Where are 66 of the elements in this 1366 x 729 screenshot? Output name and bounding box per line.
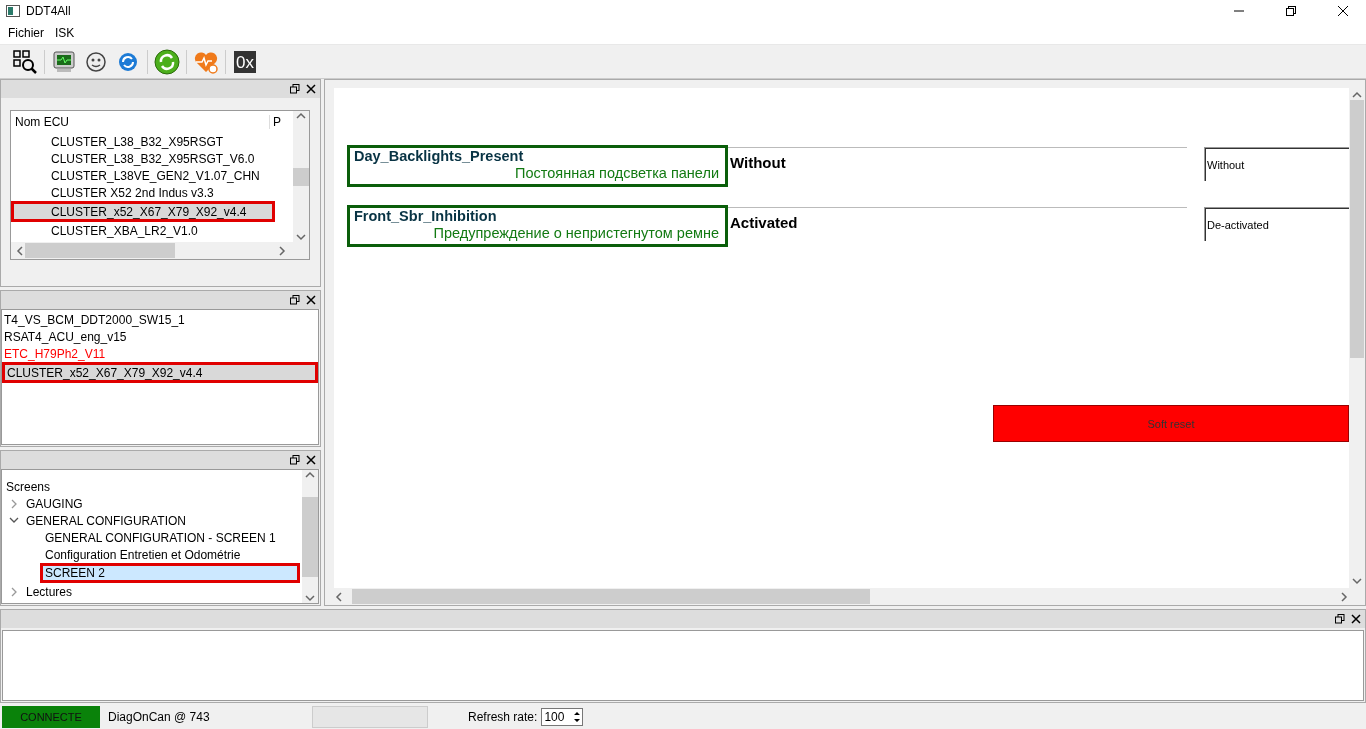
menu-item[interactable]: Fichier: [4, 26, 51, 40]
parameter-value: Activated: [728, 207, 1187, 265]
tree-item[interactable]: SCREEN 2: [40, 563, 300, 584]
ecu-list-item[interactable]: CLUSTER_XBA_LR2_V1.0: [11, 222, 275, 239]
scroll-left-icon[interactable]: [15, 245, 25, 256]
scrollbar-thumb[interactable]: [352, 589, 870, 604]
monitor-icon: [52, 49, 76, 74]
qr-search-icon: [13, 49, 37, 74]
tree-root[interactable]: Screens: [2, 478, 302, 496]
scrollbar-thumb[interactable]: [1350, 100, 1364, 358]
parameter-description: Предупреждение о непристегнутом ремне: [432, 225, 719, 242]
value-dropdown[interactable]: De-activated: [1204, 207, 1349, 241]
refresh-icon: [118, 51, 138, 72]
close-icon[interactable]: [306, 84, 316, 94]
heart-pulse-icon: [193, 49, 219, 74]
ecu-list-item[interactable]: CLUSTER_L38_B32_X95RSGT: [11, 133, 275, 150]
hex-button[interactable]: 0x: [234, 50, 256, 73]
refresh-icon: [154, 48, 180, 75]
loaded-ecu-item[interactable]: RSAT4_ACU_eng_v15: [2, 328, 318, 345]
close-icon[interactable]: [306, 455, 316, 466]
connection-status: CONNECTE: [2, 705, 100, 728]
spin-arrows-icon[interactable]: [572, 709, 583, 724]
loaded-ecu-item[interactable]: CLUSTER_x52_X67_X79_X92_v4.4: [2, 362, 318, 383]
tree-item[interactable]: GENERAL CONFIGURATION: [26, 513, 186, 528]
tree-item[interactable]: GENERAL CONFIGURATION - SCREEN 1: [2, 529, 302, 547]
ecu-list-item[interactable]: CLUSTER X52 2nd Indus v3.3: [11, 184, 275, 201]
scroll-down-icon[interactable]: [305, 593, 315, 603]
scroll-up-icon[interactable]: [1352, 90, 1362, 100]
parameter-name: Front_Sbr_Inhibition: [354, 208, 498, 225]
scroll-down-icon[interactable]: [296, 232, 306, 242]
ecu-list-item[interactable]: CLUSTER_x52_X67_X79_X92_v4.4: [11, 201, 275, 222]
tree-item[interactable]: GAUGING: [26, 496, 83, 511]
loaded-ecu-item[interactable]: T4_VS_BCM_DDT2000_SW15_1: [2, 311, 318, 328]
refresh-rate-label: Refresh rate:: [468, 709, 538, 724]
parameter-description: Постоянная подсветка панели: [514, 165, 719, 182]
refresh-rate-spinbox[interactable]: 100: [541, 707, 584, 726]
loaded-ecu-item[interactable]: ETC_H79Ph2_V11: [2, 345, 318, 362]
float-icon[interactable]: [1335, 614, 1345, 624]
scrollbar-thumb[interactable]: [302, 496, 318, 577]
scroll-right-icon[interactable]: [277, 245, 287, 256]
ecu-list-item[interactable]: CLUSTER_L38_B32_X95RSGT_V6.0: [11, 150, 275, 167]
close-icon[interactable]: [1338, 6, 1348, 16]
app-icon: [6, 5, 20, 17]
tree-item[interactable]: Lectures: [26, 584, 73, 599]
float-icon[interactable]: [290, 84, 300, 94]
restore-icon[interactable]: [1286, 6, 1296, 16]
tree-item[interactable]: Configuration Entretien et Odométrie: [2, 546, 302, 564]
window-title: DDT4All: [26, 4, 72, 18]
column-header[interactable]: Nom ECU: [11, 115, 270, 129]
scroll-down-icon[interactable]: [1352, 576, 1362, 586]
menu-item[interactable]: ISK: [51, 26, 82, 40]
scroll-right-icon[interactable]: [1339, 591, 1349, 602]
interface-label: DiagOnCan @ 743: [107, 709, 211, 724]
scroll-up-icon[interactable]: [296, 111, 306, 121]
column-header[interactable]: P: [270, 115, 293, 129]
scrollbar-thumb[interactable]: [293, 167, 309, 186]
scrollbar-thumb[interactable]: [25, 243, 175, 258]
parameter-name: Day_Backlights_Present: [354, 148, 525, 165]
close-icon[interactable]: [1351, 614, 1361, 624]
ecu-list-item[interactable]: CLUSTER_L38VE_GEN2_V1.07_CHN: [11, 167, 275, 184]
float-icon[interactable]: [290, 295, 300, 305]
value-dropdown[interactable]: Without: [1204, 147, 1349, 181]
scroll-left-icon[interactable]: [334, 591, 344, 602]
parameter-value: Without: [728, 147, 1187, 205]
close-icon[interactable]: [306, 295, 316, 305]
float-icon[interactable]: [290, 455, 300, 466]
